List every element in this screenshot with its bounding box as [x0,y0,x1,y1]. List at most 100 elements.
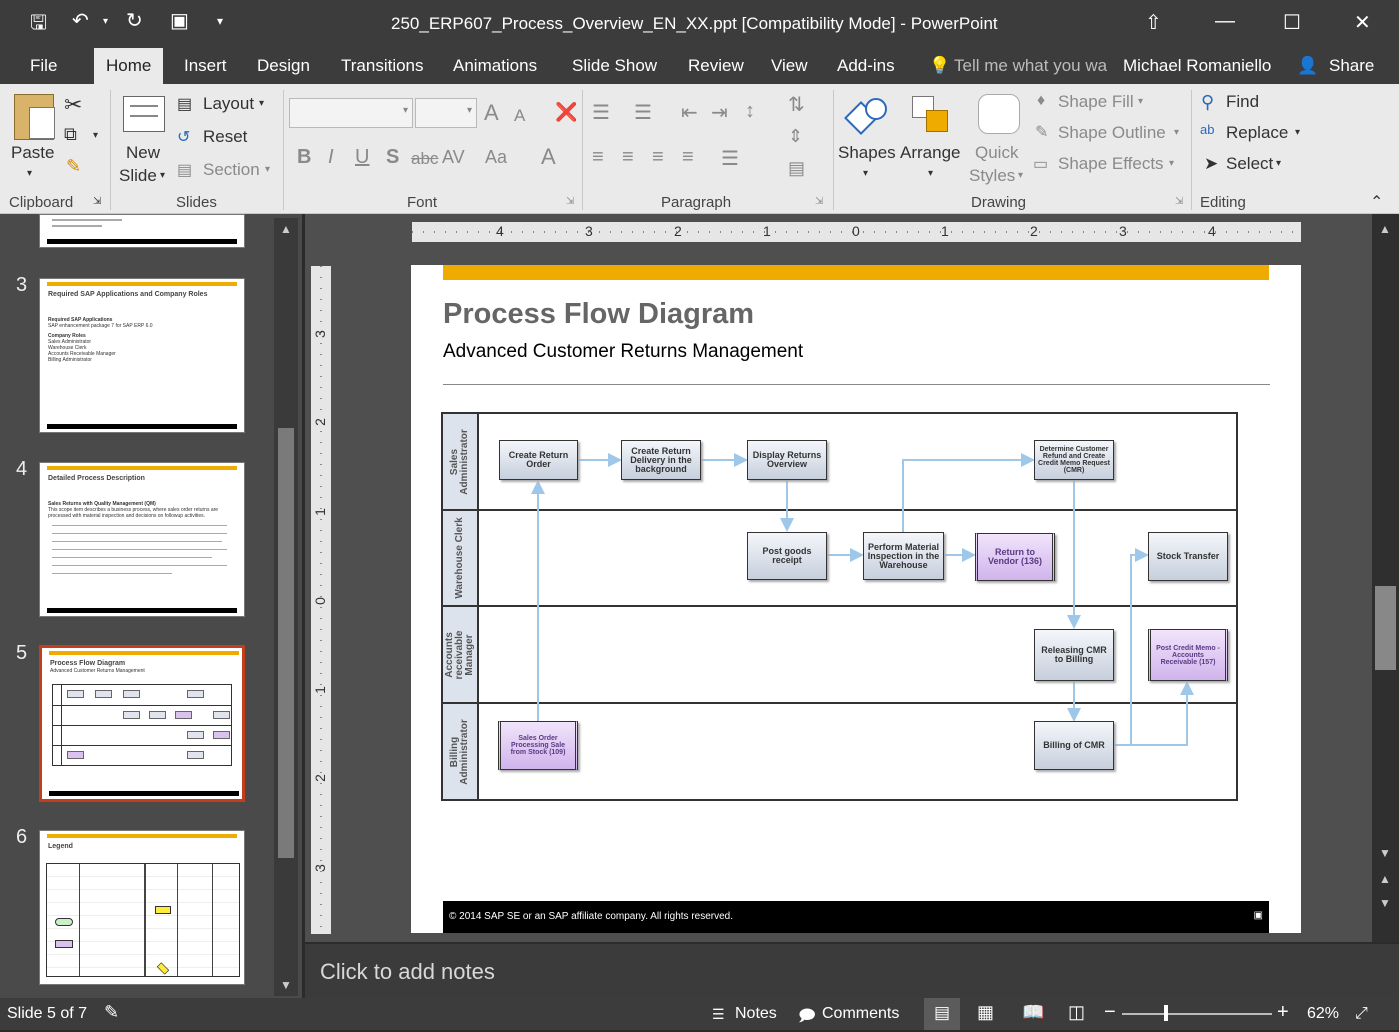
font-color-button[interactable]: A [541,144,556,170]
find-button[interactable]: Find [1226,92,1259,112]
maximize-icon[interactable]: ☐ [1283,10,1301,35]
cut-icon[interactable]: ✂ [64,92,82,118]
font-size-combo[interactable]: ▾ [415,98,477,128]
new-slide-dropdown-icon[interactable]: ▾ [160,170,165,181]
tab-insert[interactable]: Insert [184,56,227,76]
new-slide-label[interactable]: Slide [119,166,157,186]
increase-indent-icon[interactable]: ⇥ [711,100,728,125]
slide-thumbnail-4[interactable]: Detailed Process Description Sales Retur… [39,462,245,617]
shape-fill-button[interactable]: Shape Fill [1058,92,1134,112]
align-right-icon[interactable]: ≡ [652,146,664,169]
redo-icon[interactable]: ↻ [126,8,143,33]
replace-button[interactable]: Replace [1226,123,1288,143]
bold-button[interactable]: B [297,146,311,169]
normal-view-button[interactable]: ▤ [924,998,960,1030]
arrange-dropdown-icon[interactable]: ▾ [928,168,933,179]
zoom-in-icon[interactable]: + [1277,1001,1289,1024]
box-post-goods-receipt[interactable]: Post goods receipt [747,532,827,580]
slide-sorter-icon[interactable]: ▦ [977,1002,994,1023]
box-perform-material-inspection[interactable]: Perform Material Inspection in the Wareh… [863,532,944,580]
quick-styles-label[interactable]: Styles [969,166,1015,186]
copy-icon[interactable]: ⧉ [64,124,77,145]
box-determine-customer-refund[interactable]: Determine Customer Refund and Create Cre… [1034,440,1114,480]
shapes-button[interactable]: Shapes [838,143,896,163]
align-text-icon[interactable]: ⇕ [788,126,803,147]
zoom-out-icon[interactable]: − [1104,1001,1116,1024]
comments-button[interactable]: Comments [822,1005,899,1023]
box-sales-order-processing[interactable]: Sales Order Processing Sale from Stock (… [498,721,578,770]
slide-scrollbar[interactable]: ▲ ▼ ▲ ▼ [1372,214,1399,942]
paragraph-launcher-icon[interactable]: ⇲ [815,196,823,207]
box-create-return-delivery[interactable]: Create Return Delivery in the background [621,440,701,480]
new-slide-button[interactable]: New [126,143,160,163]
notes-placeholder[interactable]: Click to add notes [320,959,495,985]
tab-file[interactable]: File [30,56,57,76]
drawing-launcher-icon[interactable]: ⇲ [1175,196,1183,207]
font-name-combo[interactable]: ▾ [289,98,413,128]
scroll-up-icon[interactable]: ▲ [280,222,292,236]
shadow-button[interactable]: S [386,146,399,169]
grow-font-button[interactable]: A [484,100,499,126]
paste-dropdown-icon[interactable]: ▾ [27,168,32,179]
clipboard-launcher-icon[interactable]: ⇲ [93,196,101,207]
slideshow-view-icon[interactable]: ◫ [1068,1002,1085,1023]
quick-styles-dropdown-icon[interactable]: ▾ [1018,170,1023,181]
replace-dropdown-icon[interactable]: ▾ [1295,127,1300,138]
previous-slide-icon[interactable]: ▲ [1379,872,1391,886]
shape-effects-dropdown-icon[interactable]: ▾ [1169,158,1174,169]
section-button[interactable]: Section [203,160,260,180]
notes-pane[interactable]: Click to add notes [305,944,1399,998]
user-name[interactable]: Michael Romaniello [1123,56,1271,76]
slide-thumbnail-6[interactable]: Legend [39,830,245,985]
box-create-return-order[interactable]: Create Return Order [499,440,578,480]
fit-to-window-icon[interactable]: ⤢ [1355,1005,1368,1023]
tell-me-input[interactable]: Tell me what you wa [954,56,1107,76]
tab-transitions[interactable]: Transitions [341,56,424,76]
tab-addins[interactable]: Add-ins [837,56,895,76]
paste-button[interactable]: Paste [11,143,54,163]
reading-view-icon[interactable]: 📖 [1022,1002,1044,1023]
present-from-start-icon[interactable]: ▣ [170,8,189,33]
shape-outline-button[interactable]: Shape Outline [1058,123,1166,143]
smartart-icon[interactable]: ▤ [788,158,805,179]
ribbon-display-icon[interactable]: ⇧ [1145,10,1162,35]
align-left-icon[interactable]: ≡ [592,146,604,169]
italic-button[interactable]: I [328,146,334,169]
slide-thumbnail-3[interactable]: Required SAP Applications and Company Ro… [39,278,245,433]
scroll-down-icon[interactable]: ▼ [1379,846,1391,860]
arrange-button[interactable]: Arrange [900,143,960,163]
slide-thumbnail-5-selected[interactable]: Process Flow Diagram Advanced Customer R… [39,645,245,802]
underline-button[interactable]: U [355,146,369,169]
scroll-up-icon[interactable]: ▲ [1379,222,1391,236]
shapes-dropdown-icon[interactable]: ▾ [863,168,868,179]
slide-thumbnail-2[interactable] [39,214,245,248]
box-post-credit-memo[interactable]: Post Credit Memo - Accounts Receivable (… [1148,629,1228,681]
columns-icon[interactable]: ☰ [721,146,739,171]
numbering-icon[interactable]: ☰ [634,100,652,125]
zoom-slider-thumb[interactable] [1164,1005,1168,1021]
justify-icon[interactable]: ≡ [682,146,694,169]
line-spacing-icon[interactable]: ↕ [745,100,755,123]
minimize-icon[interactable]: — [1215,10,1235,33]
select-dropdown-icon[interactable]: ▾ [1276,158,1281,169]
quick-styles-button[interactable]: Quick [975,143,1018,163]
align-center-icon[interactable]: ≡ [622,146,634,169]
select-button[interactable]: Select [1226,154,1273,174]
thumbnail-scrollbar[interactable]: ▲ ▼ [274,218,298,996]
tab-home[interactable]: Home [94,48,164,84]
undo-dropdown-icon[interactable]: ▾ [103,16,108,27]
slide-counter[interactable]: Slide 5 of 7 [7,1005,87,1023]
strikethrough-button[interactable]: abc [411,149,438,169]
thumbnail-scroll-thumb[interactable] [278,428,294,858]
undo-icon[interactable]: ↶ [72,8,89,33]
collapse-ribbon-icon[interactable]: ⌃ [1370,192,1383,212]
slide-canvas[interactable]: Process Flow Diagram Advanced Customer R… [411,265,1301,933]
layout-button[interactable]: Layout [203,94,254,114]
box-stock-transfer[interactable]: Stock Transfer [1148,532,1228,581]
reset-button[interactable]: Reset [203,127,247,147]
box-return-to-vendor[interactable]: Return to Vendor (136) [975,533,1055,581]
box-billing-of-cmr[interactable]: Billing of CMR [1034,721,1114,770]
scroll-down-icon[interactable]: ▼ [280,978,292,992]
box-display-returns-overview[interactable]: Display Returns Overview [747,440,827,480]
bullets-icon[interactable]: ☰ [592,100,610,125]
